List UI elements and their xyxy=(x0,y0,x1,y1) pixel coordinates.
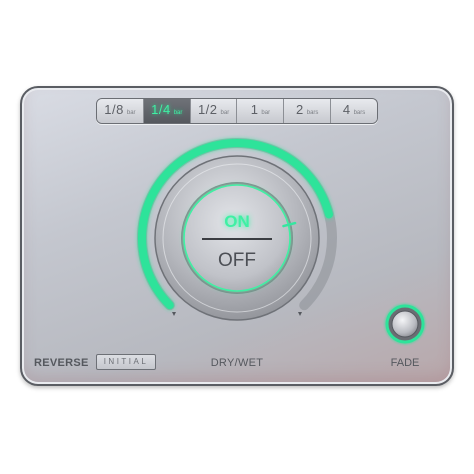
off-label: OFF xyxy=(218,250,256,271)
fade-label: FADE xyxy=(390,357,420,369)
drywet-max-tick xyxy=(298,312,302,316)
on-off-switch[interactable]: ON OFF xyxy=(186,188,288,290)
fade-knob-cap xyxy=(391,310,419,338)
reverse-label: REVERSE xyxy=(34,357,89,369)
drywet-min-tick xyxy=(172,312,176,316)
fade-knob[interactable] xyxy=(383,302,427,346)
on-label: ON xyxy=(224,212,250,231)
switch-divider xyxy=(202,238,272,240)
reverse-mode-button[interactable]: INITIAL xyxy=(96,354,156,370)
drywet-label: DRY/WET xyxy=(210,357,264,369)
